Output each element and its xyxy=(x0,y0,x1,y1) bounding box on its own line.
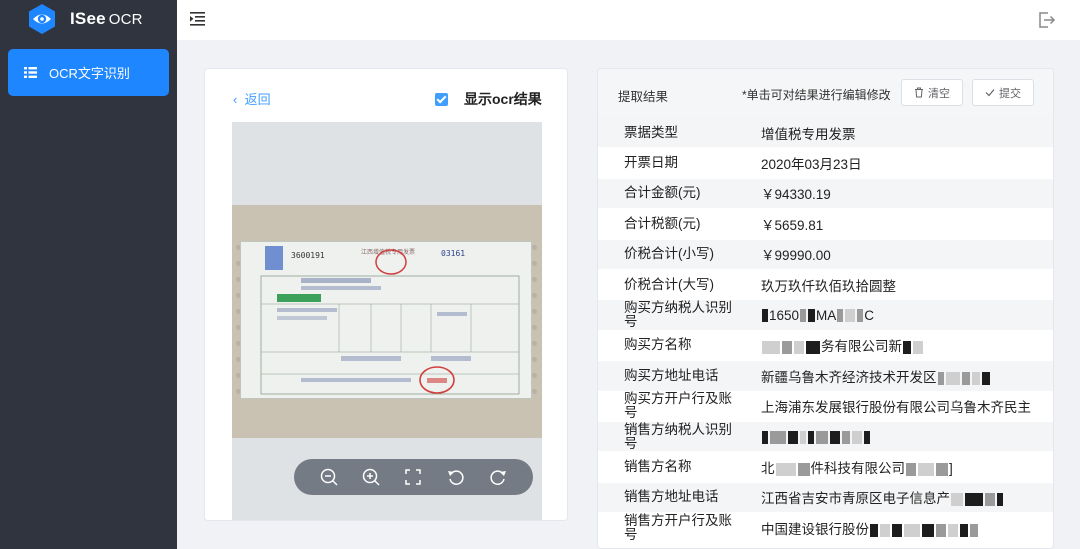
field-value[interactable]: 上海浦东发展银行股份有限公司乌鲁木齐民主 xyxy=(735,396,1053,416)
app-name: ISee OCR xyxy=(70,9,143,28)
field-value[interactable]: 务有限公司新 xyxy=(735,335,1053,355)
invoice-header: 江西增值税专用发票 xyxy=(361,248,415,256)
invoice-code-left: 3600191 xyxy=(291,251,325,260)
menu-fold-icon[interactable] xyxy=(190,12,205,26)
invoice-paper: 3600191 江西增值税专用发票 03161 xyxy=(240,241,532,399)
check-icon xyxy=(985,89,995,97)
field-value[interactable]: 新疆乌鲁木齐经济技术开发区 xyxy=(735,366,1053,386)
table-row: 购买方开户行及账号 上海浦东发展银行股份有限公司乌鲁木齐民主 xyxy=(598,391,1053,422)
table-row: 销售方名称 北件科技有限公司] xyxy=(598,452,1053,483)
field-key: 购买方名称 xyxy=(624,337,692,353)
table-row: 开票日期 2020年03月23日 xyxy=(598,148,1053,179)
field-value[interactable]: 北件科技有限公司] xyxy=(735,457,1053,477)
submit-button[interactable]: 提交 xyxy=(972,79,1034,106)
table-row: 销售方地址电话 江西省吉安市青原区电子信息产 xyxy=(598,482,1053,514)
table-row: 购买方地址电话 新疆乌鲁木齐经济技术开发区 xyxy=(598,361,1053,392)
field-value[interactable]: 江西省吉安市青原区电子信息产 xyxy=(735,487,1053,507)
field-key: 价税合计(大写) xyxy=(624,276,714,292)
clear-label: 清空 xyxy=(928,87,950,100)
invoice-image: 3600191 江西增值税专用发票 03161 xyxy=(232,205,542,438)
table-row: 销售方开户行及账号 中国建设银行股份 xyxy=(598,512,1053,544)
edit-hint: *单击可对结果进行编辑修改 xyxy=(742,88,891,102)
field-key: 销售方纳税人识别号 xyxy=(624,421,732,451)
image-canvas[interactable]: 3600191 江西增值税专用发票 03161 xyxy=(232,122,542,520)
fullscreen-icon[interactable] xyxy=(402,466,424,488)
invoice-code-right: 03161 xyxy=(441,249,465,258)
results-header: 提取结果 *单击可对结果进行编辑修改 清空 提交 xyxy=(598,69,1053,118)
table-row: 购买方纳税人识别号 1650 MA C xyxy=(598,300,1053,331)
table-row: 价税合计(大写) 玖万玖仟玖佰玖拾圆整 xyxy=(598,270,1053,301)
field-value[interactable]: 中国建设银行股份 xyxy=(735,518,1053,538)
field-key: 开票日期 xyxy=(624,155,678,171)
field-key: 销售方地址电话 xyxy=(624,489,719,505)
field-value[interactable]: 玖万玖仟玖佰玖拾圆整 xyxy=(735,275,1053,295)
zoom-out-icon[interactable] xyxy=(318,466,340,488)
show-ocr-toggle[interactable]: 显示ocr结果 xyxy=(435,89,542,109)
table-row: 购买方名称 务有限公司新 xyxy=(598,331,1053,362)
field-value[interactable] xyxy=(735,429,1053,445)
field-key: 合计税额(元) xyxy=(624,215,701,231)
invoice-drawing: 3600191 江西增值税专用发票 03161 xyxy=(260,246,520,395)
submit-label: 提交 xyxy=(999,87,1021,100)
sidebar: ISee OCR OCR文字识别 xyxy=(0,0,177,549)
sidebar-item-ocr[interactable]: OCR文字识别 xyxy=(8,49,169,96)
field-value[interactable]: ￥99990.00 xyxy=(735,244,1053,264)
field-key: 购买方开户行及账号 xyxy=(624,391,732,421)
table-row: 价税合计(小写) ￥99990.00 xyxy=(598,239,1053,270)
image-toolbar xyxy=(294,459,533,495)
field-value[interactable]: 1650 MA C xyxy=(735,308,1053,323)
table-row: 销售方纳税人识别号 xyxy=(598,421,1053,453)
rotate-right-icon[interactable] xyxy=(487,466,509,488)
field-key: 合计金额(元) xyxy=(624,185,701,201)
table-row: 合计金额(元) ￥94330.19 xyxy=(598,178,1053,210)
field-value[interactable]: ￥94330.19 xyxy=(735,183,1053,203)
results-table: 票据类型 增值税专用发票 开票日期 2020年03月23日 合计金额(元) ￥9433… xyxy=(598,118,1053,544)
results-title: 提取结果 xyxy=(618,90,669,104)
grid-icon xyxy=(24,67,37,78)
field-key: 销售方名称 xyxy=(624,458,692,474)
sidebar-item-label: OCR文字识别 xyxy=(49,66,130,81)
isee-logo-icon xyxy=(29,4,55,34)
back-label: 返回 xyxy=(244,92,271,107)
clear-button[interactable]: 清空 xyxy=(901,79,963,106)
field-key: 销售方开户行及账号 xyxy=(624,512,732,542)
image-viewer-card: ‹ 返回 显示ocr结果 3600191 江西增值税专用发票 03161 xyxy=(204,68,568,521)
top-bar xyxy=(177,0,1080,40)
logout-icon[interactable] xyxy=(1036,10,1056,30)
show-ocr-checkbox[interactable] xyxy=(435,92,448,106)
zoom-in-icon[interactable] xyxy=(360,466,382,488)
trash-icon xyxy=(915,87,923,98)
table-row: 合计税额(元) ￥5659.81 xyxy=(598,209,1053,240)
field-value[interactable]: 2020年03月23日 xyxy=(735,153,1053,173)
show-ocr-label: 显示ocr结果 xyxy=(464,91,542,107)
field-key: 购买方地址电话 xyxy=(624,367,719,383)
field-key: 购买方纳税人识别号 xyxy=(624,300,732,330)
rotate-left-icon[interactable] xyxy=(445,466,467,488)
results-card: 提取结果 *单击可对结果进行编辑修改 清空 提交 票据类型 增值税专用发票 开票日… xyxy=(597,68,1054,549)
logo: ISee OCR xyxy=(0,0,177,38)
field-key: 票据类型 xyxy=(624,124,678,140)
field-key: 价税合计(小写) xyxy=(624,246,714,262)
back-link[interactable]: ‹ 返回 xyxy=(233,89,271,108)
field-value[interactable]: ￥5659.81 xyxy=(735,214,1053,234)
table-row: 票据类型 增值税专用发票 xyxy=(598,118,1053,149)
field-value[interactable]: 增值税专用发票 xyxy=(735,123,1053,143)
